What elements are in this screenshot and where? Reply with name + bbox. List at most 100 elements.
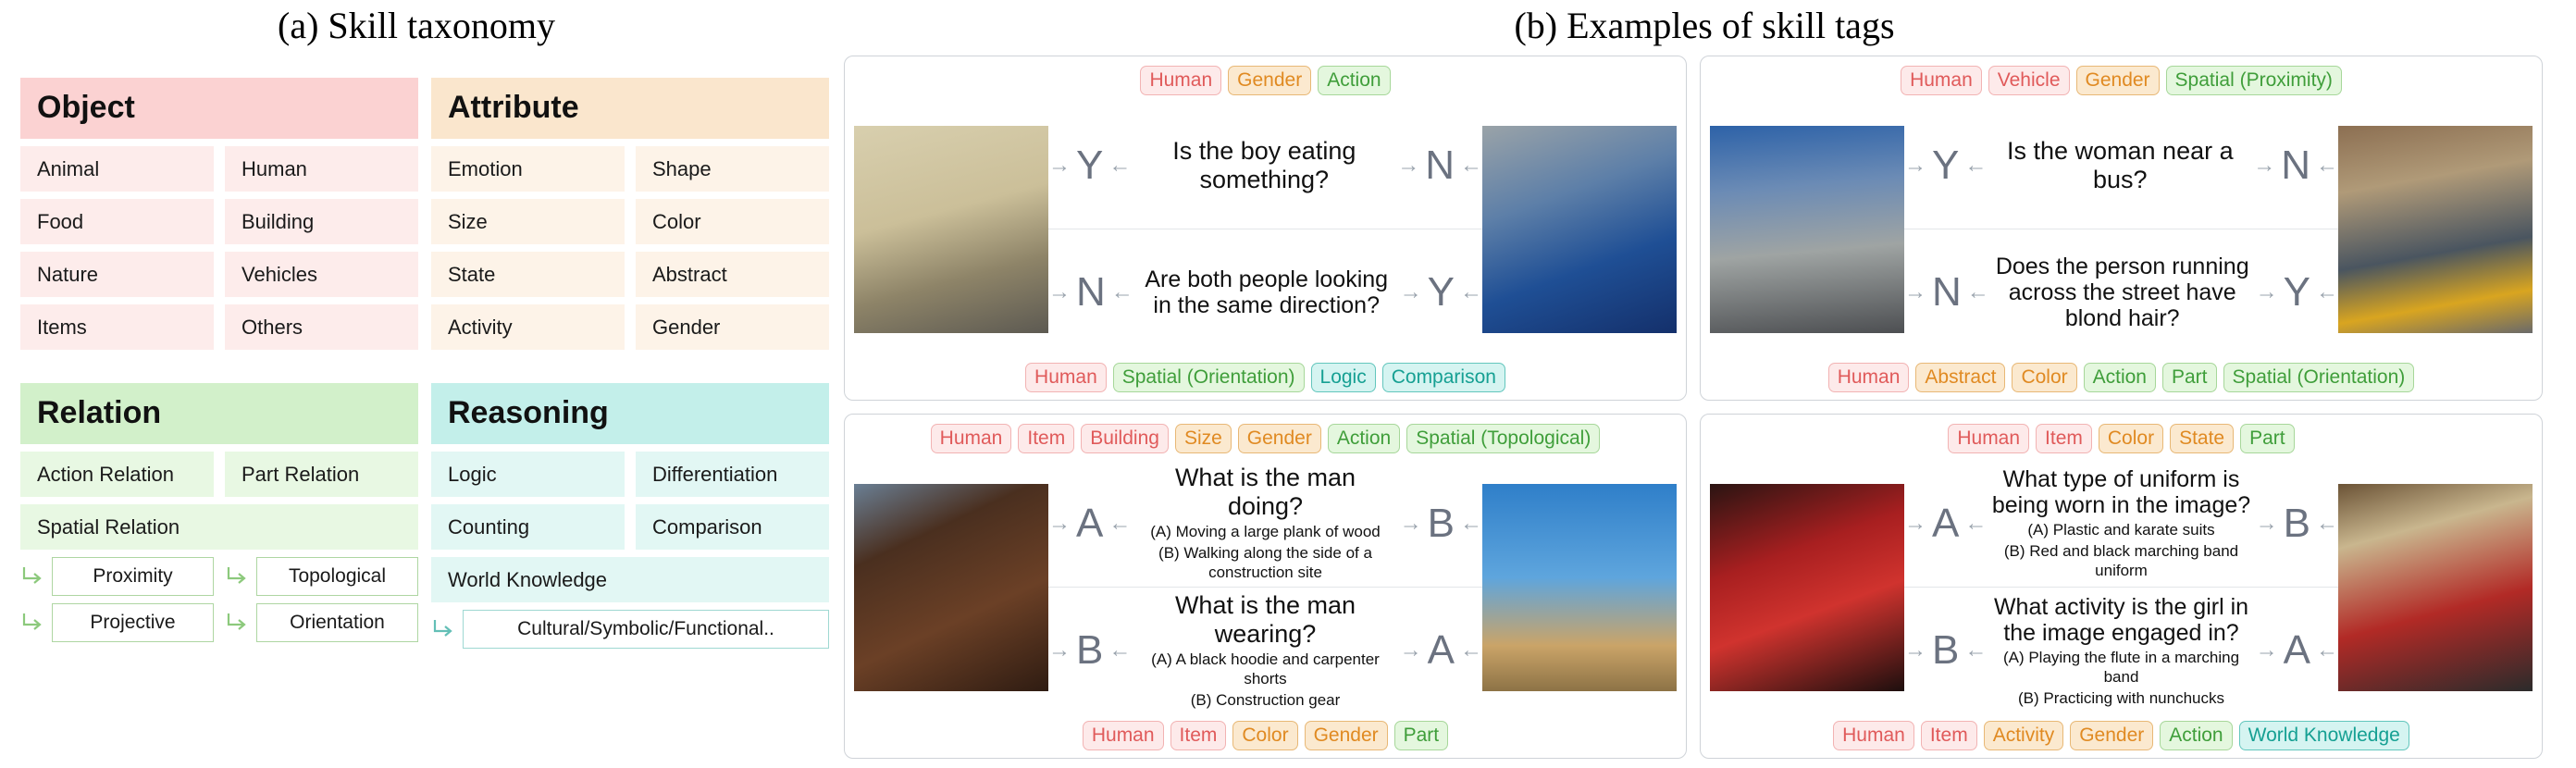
skill-tag[interactable]: Gender [1228, 66, 1312, 96]
arrow-left-icon: ← [1964, 152, 1988, 178]
skill-tag[interactable]: Abstract [1915, 362, 2006, 392]
taxonomy-cell[interactable]: Comparison [636, 503, 829, 550]
left-image-slot [1710, 483, 1904, 691]
skill-tag[interactable]: Gender [2070, 720, 2154, 750]
skill-tag[interactable]: Spatial (Orientation) [1112, 362, 1305, 392]
taxonomy-subnode[interactable]: Proximity [20, 556, 214, 596]
taxonomy-cell[interactable]: Spatial Relation [20, 503, 418, 550]
taxonomy-cell[interactable]: Human [225, 145, 418, 192]
skill-tag[interactable]: Color [2098, 424, 2164, 454]
skill-tag[interactable]: Part [2162, 362, 2217, 392]
skill-tag[interactable]: Human [1025, 362, 1107, 392]
arrow-left-icon: ← [1460, 279, 1482, 305]
qa-row: → B ← What activity is the girl in the imag… [1904, 588, 2338, 714]
skill-tag[interactable]: Color [2012, 362, 2077, 392]
arrow-left-icon: ← [2316, 510, 2338, 536]
skill-tag[interactable]: Vehicle [1988, 66, 2070, 96]
skill-tag[interactable]: Spatial (Proximity) [2165, 66, 2342, 96]
taxonomy-group-relation: Relation Action Relation Part Relation S… [20, 383, 418, 642]
question-option: (A) Playing the flute in a marching band [2002, 648, 2240, 686]
skill-tag[interactable]: Human [1140, 66, 1222, 96]
skill-tag[interactable]: Building [1081, 424, 1169, 454]
skill-tag[interactable]: Part [2240, 424, 2295, 454]
skill-tag[interactable]: Size [1174, 424, 1232, 454]
arrow-left-icon: ← [1964, 510, 1988, 536]
taxonomy-cell[interactable]: Others [225, 303, 418, 351]
skill-tag[interactable]: Human [1082, 720, 1164, 750]
skill-tag[interactable]: Human [930, 424, 1012, 454]
taxonomy-cell[interactable]: Action Relation [20, 451, 214, 497]
photo-blond-woman-crossing-street [2338, 125, 2533, 333]
taxonomy-cell[interactable]: Shape [636, 145, 829, 192]
taxonomy-cell[interactable]: Gender [636, 303, 829, 351]
skill-tag[interactable]: Human [1901, 66, 1982, 96]
skill-tag[interactable]: Comparison [1381, 362, 1505, 392]
right-answer: N [1425, 142, 1455, 188]
taxonomy-group-attribute: Attribute Emotion Shape Size Color State… [431, 78, 829, 351]
arrow-right-icon: → [1904, 152, 1926, 178]
taxonomy-cell[interactable]: Color [636, 198, 829, 244]
taxonomy-cell[interactable]: State [431, 251, 625, 297]
taxonomy-cell[interactable]: Differentiation [636, 451, 829, 497]
skill-tag[interactable]: Human [1833, 720, 1914, 750]
skill-tag[interactable]: State [2170, 424, 2235, 454]
skill-tag[interactable]: Part [1393, 720, 1449, 750]
skill-tag[interactable]: Action [2083, 362, 2156, 392]
right-answer: N [2281, 142, 2310, 188]
skill-tag[interactable]: Action [1327, 424, 1401, 454]
taxonomy-subnode[interactable]: Cultural/Symbolic/Functional.. [431, 609, 829, 650]
taxonomy-cell[interactable]: Size [431, 198, 625, 244]
taxonomy-cell[interactable]: Activity [431, 303, 625, 351]
skill-tag[interactable]: Gender [1304, 720, 1388, 750]
taxonomy-subnode[interactable]: Projective [20, 602, 214, 642]
skill-tag[interactable]: Action [1318, 66, 1391, 96]
skill-tag[interactable]: Item [1920, 720, 1977, 750]
skill-tag[interactable]: Logic [1310, 362, 1376, 392]
taxonomy-cell[interactable]: Food [20, 198, 214, 244]
taxonomy-cell[interactable]: Building [225, 198, 418, 244]
skill-tag[interactable]: Item [1018, 424, 1075, 454]
taxonomy-cell[interactable]: Part Relation [225, 451, 418, 497]
taxonomy-subnode[interactable]: Orientation [225, 602, 418, 642]
skill-tag[interactable]: Gender [1237, 424, 1321, 454]
arrow-right-icon: → [1397, 152, 1420, 178]
taxonomy-subnode-label: Topological [256, 556, 418, 596]
skill-tag[interactable]: Activity [1983, 720, 2064, 750]
left-answer: A [1932, 500, 1960, 546]
skill-tag[interactable]: Spatial (Orientation) [2223, 362, 2415, 392]
skill-tag[interactable]: Spatial (Topological) [1406, 424, 1601, 454]
skill-tag[interactable]: Gender [2075, 66, 2160, 96]
skill-tag-row-top: Human Vehicle Gender Spatial (Proximity) [1710, 66, 2533, 96]
taxonomy-subnode[interactable]: Topological [225, 556, 418, 596]
skill-tag-row-bottom: Human Abstract Color Action Part Spatial (Ori… [1710, 362, 2533, 392]
taxonomy-cell[interactable]: World Knowledge [431, 556, 829, 602]
skill-tag[interactable]: Color [1232, 720, 1298, 750]
arrow-right-icon: → [2255, 279, 2278, 305]
group-header-object: Object [20, 78, 418, 139]
question-block: What activity is the girl in the image e… [1990, 594, 2251, 709]
taxonomy-cell[interactable]: Logic [431, 451, 625, 497]
arrow-left-icon: ← [2316, 152, 2338, 178]
arrow-left-icon: ← [1108, 152, 1132, 178]
example-top-left: Human Gender Action → Y ← Is the boy eating so… [844, 56, 1687, 401]
skill-tag[interactable]: Human [1948, 424, 2030, 454]
skill-tag[interactable]: Human [1827, 362, 1910, 392]
taxonomy-cell[interactable]: Nature [20, 251, 214, 297]
skill-tag[interactable]: Action [2160, 720, 2233, 750]
question-text: What type of uniform is being worn in th… [1991, 465, 2251, 518]
arrow-right-icon: → [2255, 638, 2278, 663]
photo-worker-carrying-plank [854, 483, 1048, 691]
skill-tag[interactable]: World Knowledge [2238, 720, 2409, 750]
skill-tag[interactable]: Item [1170, 720, 1227, 750]
taxonomy-cell[interactable]: Vehicles [225, 251, 418, 297]
skill-tag[interactable]: Item [2036, 424, 2092, 454]
arrow-left-icon: ← [1108, 510, 1132, 536]
photo-performers-in-red-with-sticks [1710, 483, 1904, 691]
taxonomy-cell[interactable]: Items [20, 303, 214, 351]
arrow-right-icon: → [1399, 510, 1422, 536]
taxonomy-cell[interactable]: Abstract [636, 251, 829, 297]
taxonomy-cell[interactable]: Emotion [431, 145, 625, 192]
arrow-right-icon: → [2253, 152, 2276, 178]
taxonomy-cell[interactable]: Counting [431, 503, 625, 550]
taxonomy-cell[interactable]: Animal [20, 145, 214, 192]
